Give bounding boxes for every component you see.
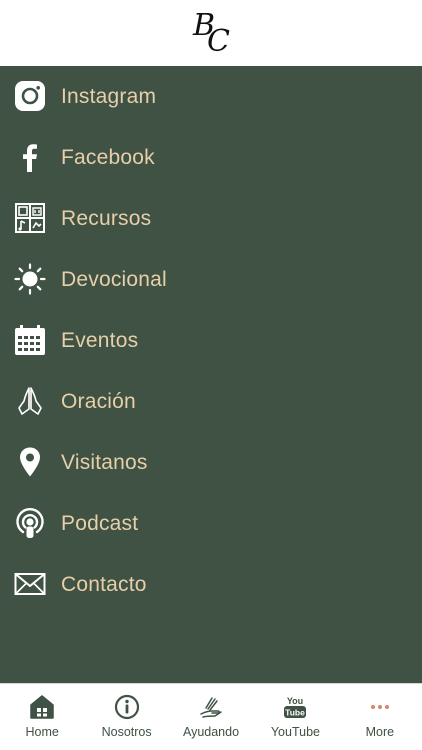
menu-item-devocional[interactable]: Devocional (0, 249, 422, 310)
menu-item-label: Facebook (61, 145, 155, 169)
helping-hands-icon (197, 693, 225, 721)
facebook-icon (14, 141, 46, 173)
instagram-icon (14, 80, 46, 112)
side-menu: Instagram Facebook Recursos Devocional E… (0, 66, 422, 683)
home-icon (28, 693, 56, 721)
tab-label: Nosotros (101, 725, 152, 739)
menu-item-facebook[interactable]: Facebook (0, 127, 422, 188)
menu-item-label: Recursos (61, 206, 152, 230)
svg-text:You: You (287, 696, 303, 706)
menu-item-oracion[interactable]: Oración (0, 371, 422, 432)
tab-label: More (365, 725, 395, 739)
brand-logo[interactable]: B C (193, 11, 230, 59)
menu-item-label: Devocional (61, 267, 167, 291)
tab-ayudando[interactable]: Ayudando (169, 684, 253, 750)
bottom-tab-bar: Home Nosotros Ayudando You Tube YouTube … (0, 683, 422, 750)
app-header: B C (0, 0, 422, 66)
sun-icon (14, 263, 46, 295)
menu-item-podcast[interactable]: Podcast (0, 493, 422, 554)
menu-item-contacto[interactable]: Contacto (0, 554, 422, 615)
info-icon (113, 693, 141, 721)
resources-grid-icon (14, 202, 46, 234)
menu-item-label: Instagram (61, 84, 157, 108)
tab-label: YouTube (270, 725, 320, 739)
svg-text:Tube: Tube (286, 708, 306, 718)
menu-item-visitanos[interactable]: Visitanos (0, 432, 422, 493)
menu-item-label: Podcast (61, 511, 139, 535)
menu-item-label: Visitanos (61, 450, 148, 474)
podcast-icon (14, 507, 46, 539)
tab-home[interactable]: Home (0, 684, 84, 750)
envelope-icon (14, 568, 46, 600)
tab-more[interactable]: More (338, 684, 422, 750)
map-pin-icon (14, 446, 46, 478)
tab-nosotros[interactable]: Nosotros (84, 684, 168, 750)
calendar-icon (14, 324, 46, 356)
menu-item-eventos[interactable]: Eventos (0, 310, 422, 371)
tab-label: Home (25, 725, 59, 739)
menu-item-instagram[interactable]: Instagram (0, 66, 422, 127)
menu-item-label: Eventos (61, 328, 139, 352)
more-dots-icon (366, 693, 394, 721)
menu-item-recursos[interactable]: Recursos (0, 188, 422, 249)
menu-item-label: Contacto (61, 572, 147, 596)
tab-label: Ayudando (182, 725, 240, 739)
tab-youtube[interactable]: You Tube YouTube (253, 684, 337, 750)
praying-hands-icon (14, 385, 46, 417)
logo-letter-bottom: C (207, 24, 230, 59)
menu-item-label: Oración (61, 389, 136, 413)
youtube-icon: You Tube (281, 693, 309, 721)
